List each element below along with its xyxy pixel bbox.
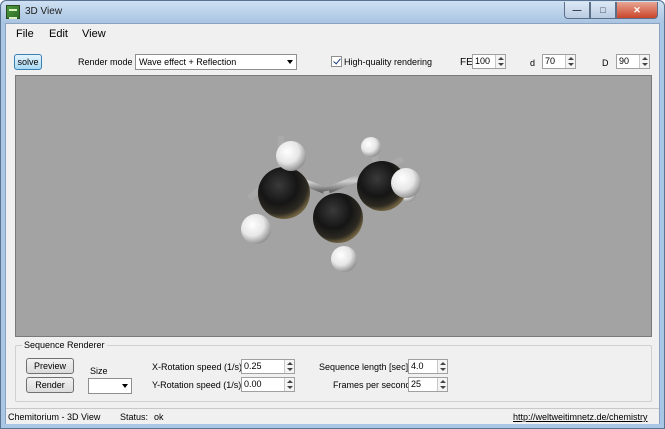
sequence-renderer-title: Sequence Renderer xyxy=(22,340,107,350)
hydrogen-atom xyxy=(331,246,357,272)
status-label: Status: xyxy=(120,412,149,422)
render-mode-label: Render mode xyxy=(78,57,133,67)
carbon-atom xyxy=(313,193,363,243)
solve-button[interactable]: solve xyxy=(14,54,42,70)
sequence-length-label: Sequence length [sec] xyxy=(319,362,409,372)
size-label: Size xyxy=(90,366,108,376)
d-small-value: 70 xyxy=(545,56,556,66)
hq-rendering-label: High-quality rendering xyxy=(344,57,433,67)
hydrogen-atom xyxy=(241,214,271,244)
minimize-button[interactable]: — xyxy=(564,2,590,19)
sequence-renderer-group: Sequence Renderer Preview Render Size X-… xyxy=(15,340,652,402)
d-big-stepper[interactable]: 90 xyxy=(616,54,650,69)
y-rotation-stepper[interactable]: 0.00 xyxy=(241,377,295,392)
d-big-value: 90 xyxy=(619,56,630,66)
chemistry-link[interactable]: http://weltweitimnetz.de/chemistry xyxy=(513,412,648,422)
menu-file[interactable]: File xyxy=(16,28,34,40)
status-value: ok xyxy=(154,412,164,422)
title-bar[interactable]: 3D View — □ ✕ xyxy=(1,1,664,23)
y-rotation-value: 0.00 xyxy=(244,379,262,389)
status-app-name: Chemitorium - 3D View xyxy=(8,412,101,422)
render-mode-select[interactable]: Wave effect + Reflection xyxy=(135,54,297,70)
stepper-arrows-icon[interactable] xyxy=(437,360,447,373)
fe-label: FE xyxy=(460,57,473,68)
stepper-arrows-icon[interactable] xyxy=(284,378,294,391)
x-rotation-stepper[interactable]: 0.25 xyxy=(241,359,295,374)
menu-view[interactable]: View xyxy=(82,28,106,40)
stepper-arrows-icon[interactable] xyxy=(284,360,294,373)
close-button[interactable]: ✕ xyxy=(616,2,658,19)
stepper-arrows-icon[interactable] xyxy=(565,55,575,68)
render-button[interactable]: Render xyxy=(26,377,74,393)
status-bar: Chemitorium - 3D View Status: ok http://… xyxy=(6,408,659,424)
stepper-arrows-icon[interactable] xyxy=(639,55,649,68)
d-big-label: D xyxy=(602,58,609,68)
chevron-down-icon xyxy=(122,384,128,388)
client-area: File Edit View solve Render mode Wave ef… xyxy=(5,23,660,424)
molecule-render xyxy=(241,136,421,272)
close-icon: ✕ xyxy=(633,4,641,15)
y-rotation-label: Y-Rotation speed (1/s) xyxy=(152,380,242,390)
x-rotation-label: X-Rotation speed (1/s) xyxy=(152,362,243,372)
maximize-icon: □ xyxy=(600,5,606,15)
app-window: 3D View — □ ✕ File Edit View solve Rende… xyxy=(0,0,665,429)
chevron-down-icon xyxy=(287,60,293,64)
fps-stepper[interactable]: 25 xyxy=(408,377,448,392)
stepper-arrows-icon[interactable] xyxy=(495,55,505,68)
hydrogen-atom xyxy=(361,137,381,157)
app-icon xyxy=(6,5,20,19)
toolbar: solve Render mode Wave effect + Reflecti… xyxy=(6,45,659,73)
x-rotation-value: 0.25 xyxy=(244,361,262,371)
caption-buttons: — □ ✕ xyxy=(564,2,658,19)
render-mode-value: Wave effect + Reflection xyxy=(139,57,237,67)
preview-button[interactable]: Preview xyxy=(26,358,74,374)
carbon-atom xyxy=(258,167,310,219)
d-small-label: d xyxy=(530,58,536,68)
sequence-length-value: 4.0 xyxy=(411,361,424,371)
stepper-arrows-icon[interactable] xyxy=(437,378,447,391)
fps-value: 25 xyxy=(411,379,422,389)
sequence-length-stepper[interactable]: 4.0 xyxy=(408,359,448,374)
menu-bar: File Edit View xyxy=(6,24,659,44)
hq-rendering-checkbox[interactable] xyxy=(331,56,342,67)
hydrogen-atom xyxy=(276,141,306,171)
minimize-icon: — xyxy=(572,5,582,15)
menu-edit[interactable]: Edit xyxy=(49,28,68,40)
fe-value: 100 xyxy=(475,56,491,66)
fe-stepper[interactable]: 100 xyxy=(472,54,506,69)
d-small-stepper[interactable]: 70 xyxy=(542,54,576,69)
maximize-button[interactable]: □ xyxy=(590,2,616,19)
window-title: 3D View xyxy=(25,6,63,17)
size-select[interactable] xyxy=(88,378,132,394)
fps-label: Frames per second xyxy=(333,380,411,390)
render-viewport[interactable] xyxy=(15,75,652,337)
hydrogen-atom xyxy=(391,168,421,198)
